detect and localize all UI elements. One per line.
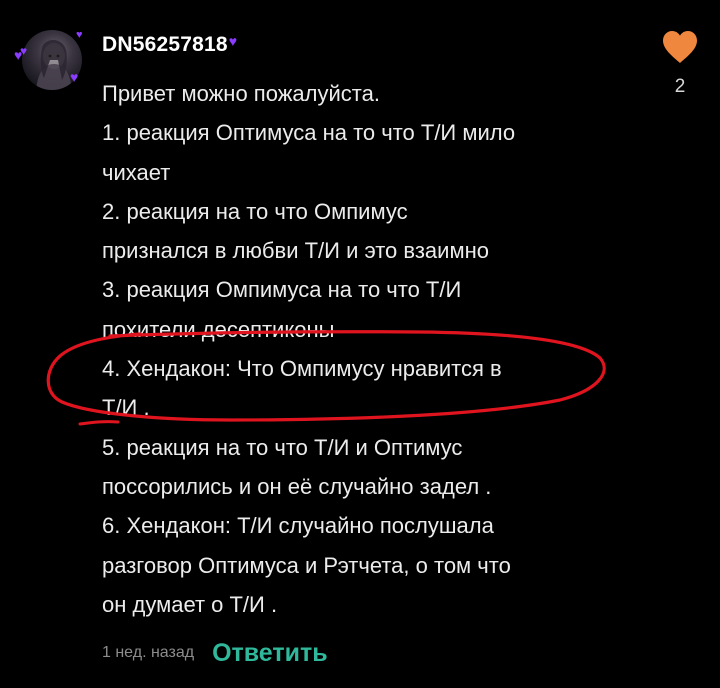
comment-footer: 1 нед. назад Ответить (102, 636, 328, 670)
comment-line: Привет можно пожалуйста. (102, 81, 380, 106)
comment-line: признался в любви Т/И и это взаимно (102, 238, 489, 264)
reply-button[interactable]: Ответить (212, 639, 328, 668)
comment-line: он думает о Т/И . (102, 591, 278, 617)
username-text: DN56257818 (102, 33, 228, 56)
timestamp: 1 нед. назад (102, 644, 195, 661)
purple-heart-icon: ♥ (228, 33, 238, 49)
like-count: 2 (674, 76, 686, 97)
avatar[interactable]: ♥ ♥ ♥ ♥ (14, 24, 90, 100)
purple-heart-icon: ♥ (20, 44, 28, 58)
comment-line: Т/И . (102, 395, 150, 421)
comment-line: 2. реакция на то что Омпимус (102, 198, 408, 224)
purple-heart-icon: ♥ (70, 69, 79, 85)
username[interactable]: DN56257818♥ (102, 33, 237, 57)
comment-line: разговор Оптимуса и Рэтчета, о том что (102, 552, 511, 578)
comment-line: 3. реакция Омпимуса на то что Т/И (102, 277, 462, 303)
comment-line: 6. Хендакон: Т/И случайно послушала (102, 513, 494, 539)
comment-line: 5. реакция на то что Т/И и Оптимус (102, 434, 463, 460)
comment-line: похители десептиконы (102, 316, 335, 342)
comment-line: 1. реакция Оптимуса на то что Т/И мило (102, 120, 516, 146)
comment-line: поссорились и он её случайно задел . (102, 473, 492, 499)
comment-body: Привет можно пожалуйста. 1. реакция Опти… (102, 74, 622, 624)
comment-line: чихает (102, 159, 171, 185)
like-button[interactable] (662, 30, 698, 66)
comment-line: 4. Хендакон: Что Омпимусу нравится в (102, 356, 502, 382)
purple-heart-icon: ♥ (76, 29, 83, 41)
heart-icon (663, 31, 697, 63)
comment: ♥ ♥ ♥ ♥ DN56257818♥ Привет можно пожалуй… (0, 0, 720, 688)
